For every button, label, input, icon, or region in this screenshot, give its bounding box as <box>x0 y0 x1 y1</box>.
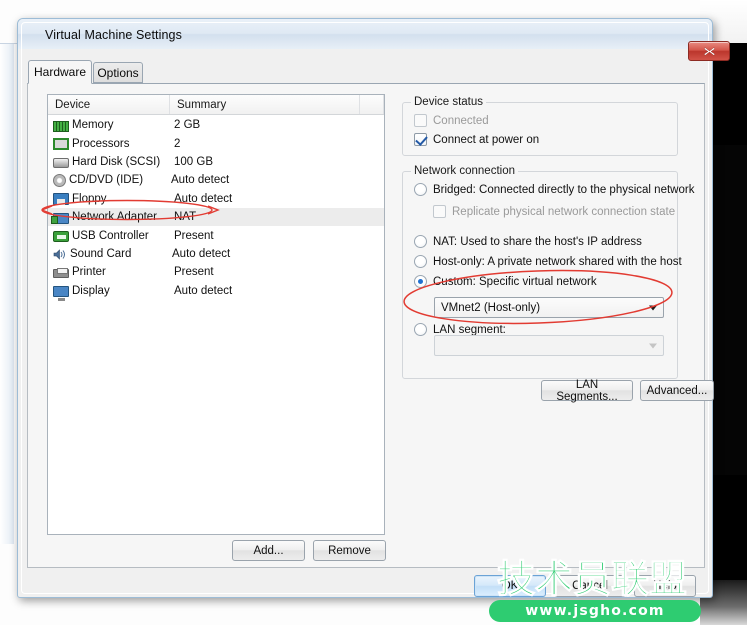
list-item[interactable]: USB Controller Present <box>48 226 384 244</box>
radio-bridged[interactable] <box>414 183 427 196</box>
radio-nat[interactable] <box>414 235 427 248</box>
chevron-down-icon <box>649 305 657 310</box>
lan-segments-button-label: LAN Segments... <box>556 378 618 403</box>
cd-dvd-icon <box>53 174 66 188</box>
tab-options[interactable]: Options <box>93 62 143 83</box>
radio-host-only[interactable] <box>414 255 427 268</box>
connect-at-power-on-label: Connect at power on <box>433 133 540 146</box>
device-status-legend: Device status <box>411 96 487 108</box>
radio-bridged-row[interactable]: Bridged: Connected directly to the physi… <box>414 183 694 196</box>
list-item[interactable]: CD/DVD (IDE) Auto detect <box>48 171 384 189</box>
connected-checkbox <box>414 114 427 127</box>
device-list-rows: Memory 2 GB Processors 2 Hard Disk (SCSI… <box>48 116 384 534</box>
column-header-device[interactable]: Device <box>48 95 170 114</box>
printer-icon <box>53 268 69 279</box>
device-name: Display <box>72 284 110 297</box>
connect-at-power-on-row[interactable]: Connect at power on <box>414 133 539 146</box>
device-summary: 100 GB <box>174 155 213 168</box>
replicate-state-checkbox <box>433 205 446 218</box>
remove-button[interactable]: Remove <box>313 540 386 561</box>
tab-options-label: Options <box>97 65 139 80</box>
help-button-label: Help <box>653 580 677 592</box>
lan-segments-button[interactable]: LAN Segments... <box>541 378 633 403</box>
radio-custom-label: Custom: Specific virtual network <box>433 275 597 288</box>
device-summary: NAT <box>174 211 197 224</box>
custom-network-value: VMnet2 (Host-only) <box>441 301 541 314</box>
radio-nat-label: NAT: Used to share the host's IP address <box>433 235 642 248</box>
device-summary: Auto detect <box>172 247 231 260</box>
floppy-icon <box>53 193 69 206</box>
hard-disk-icon <box>53 158 69 169</box>
virtual-machine-settings-window: Virtual Machine Settings Hardware Option… <box>17 18 730 598</box>
network-adapter-icon <box>51 212 69 224</box>
ok-button-label: OK <box>501 580 519 592</box>
memory-icon <box>53 120 69 132</box>
replicate-state-row: Replicate physical network connection st… <box>433 205 675 218</box>
connected-label: Connected <box>433 114 489 127</box>
network-connection-legend: Network connection <box>411 165 518 177</box>
device-summary: Auto detect <box>171 174 230 187</box>
device-summary: 2 GB <box>174 119 201 132</box>
device-list-header: Device Summary <box>48 95 384 115</box>
device-summary: Present <box>174 266 214 279</box>
cancel-button[interactable]: Cancel <box>554 575 626 597</box>
list-item[interactable]: Sound Card Auto detect <box>48 245 384 263</box>
custom-network-dropdown[interactable]: VMnet2 (Host-only) <box>434 297 664 318</box>
list-item[interactable]: Printer Present <box>48 263 384 281</box>
advanced-button-label: Advanced... <box>646 384 708 397</box>
help-button[interactable]: Help <box>634 575 696 597</box>
connected-checkbox-row[interactable]: Connected <box>414 114 489 127</box>
replicate-state-label: Replicate physical network connection st… <box>452 205 676 218</box>
cancel-button-label: Cancel <box>572 580 608 592</box>
desktop-background-left <box>0 44 14 544</box>
device-name: Sound Card <box>70 247 132 260</box>
column-header-summary[interactable]: Summary <box>170 95 360 114</box>
device-name: Hard Disk (SCSI) <box>72 155 161 168</box>
list-item[interactable]: Display Auto detect <box>48 282 384 301</box>
radio-bridged-label: Bridged: Connected directly to the physi… <box>433 183 695 196</box>
tab-hardware-label: Hardware <box>33 65 87 79</box>
device-name: Memory <box>72 119 114 132</box>
add-button[interactable]: Add... <box>232 540 305 561</box>
list-item-network-adapter[interactable]: Network Adapter NAT <box>48 207 384 227</box>
tab-hardware[interactable]: Hardware <box>28 60 92 84</box>
radio-lan-segment-label: LAN segment: <box>433 323 506 336</box>
list-item[interactable]: Processors 2 <box>48 134 384 152</box>
device-name: USB Controller <box>72 229 149 242</box>
lan-segment-dropdown <box>434 335 664 356</box>
device-summary: Auto detect <box>174 192 233 205</box>
close-icon[interactable] <box>688 41 730 61</box>
hardware-tab-panel: Device Summary Memory 2 GB Processors 2 <box>27 83 714 568</box>
processor-icon <box>53 138 69 151</box>
list-item[interactable]: Floppy Auto detect <box>48 190 384 208</box>
usb-controller-icon <box>53 231 69 243</box>
connect-at-power-on-checkbox[interactable] <box>414 133 427 146</box>
radio-nat-row[interactable]: NAT: Used to share the host's IP address <box>414 235 642 248</box>
radio-lan-segment[interactable] <box>414 323 427 336</box>
tab-strip: Hardware Options <box>28 60 707 84</box>
device-status-group: Device status Connected Connect at power… <box>402 96 678 156</box>
device-name: CD/DVD (IDE) <box>69 174 144 187</box>
device-name: Network Adapter <box>72 211 158 224</box>
sound-card-icon <box>53 248 67 261</box>
device-summary: 2 <box>174 137 181 150</box>
device-name: Processors <box>72 137 130 150</box>
list-item[interactable]: Memory 2 GB <box>48 116 384 134</box>
device-list[interactable]: Device Summary Memory 2 GB Processors 2 <box>47 94 385 535</box>
radio-host-only-row[interactable]: Host-only: A private network shared with… <box>414 255 682 268</box>
device-name: Floppy <box>72 192 107 205</box>
radio-custom-row[interactable]: Custom: Specific virtual network <box>414 275 597 288</box>
radio-host-only-label: Host-only: A private network shared with… <box>433 255 682 268</box>
device-name: Printer <box>72 266 106 279</box>
device-summary: Auto detect <box>174 284 233 297</box>
advanced-button[interactable]: Advanced... <box>640 380 714 401</box>
ok-button[interactable]: OK <box>474 575 546 597</box>
radio-custom[interactable] <box>414 275 427 288</box>
chevron-down-icon-disabled <box>649 343 657 348</box>
device-summary: Present <box>174 229 214 242</box>
display-icon <box>53 285 69 301</box>
column-header-extra[interactable] <box>360 95 384 114</box>
window-title: Virtual Machine Settings <box>45 28 182 42</box>
list-item[interactable]: Hard Disk (SCSI) 100 GB <box>48 153 384 171</box>
